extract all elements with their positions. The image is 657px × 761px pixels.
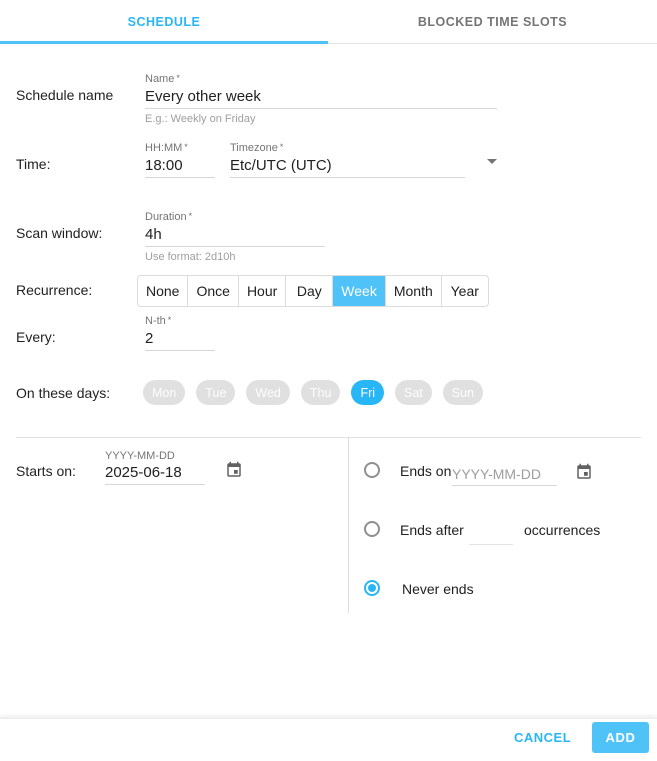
tab-bar: SCHEDULE BLOCKED TIME SLOTS <box>0 0 657 44</box>
ends-after-radio[interactable] <box>364 521 380 537</box>
never-ends-radio[interactable] <box>364 580 380 596</box>
schedule-name-row-label: Schedule name <box>16 87 113 103</box>
nth-input[interactable] <box>145 330 215 351</box>
timezone-field-label: Timezone* <box>230 142 283 154</box>
hhmm-required-marker: * <box>184 142 188 152</box>
day-chip-wed[interactable]: Wed <box>246 380 289 405</box>
duration-field-label-text: Duration <box>145 211 187 223</box>
recurrence-option-day[interactable]: Day <box>286 276 333 306</box>
recurrence-row-label: Recurrence: <box>16 282 92 298</box>
tab-blocked-time-slots[interactable]: BLOCKED TIME SLOTS <box>328 0 657 44</box>
ends-on-label[interactable]: Ends on <box>400 463 451 479</box>
active-tab-indicator <box>0 41 328 44</box>
ends-after-label[interactable]: Ends after <box>400 522 464 538</box>
vertical-divider <box>348 437 349 613</box>
starts-on-input[interactable] <box>105 464 205 485</box>
time-row-label: Time: <box>16 156 50 172</box>
days-row-label: On these days: <box>16 385 110 401</box>
nth-required-marker: * <box>168 315 172 325</box>
name-hint: E.g.: Weekly on Friday <box>145 113 255 125</box>
starts-on-row-label: Starts on: <box>16 463 76 479</box>
calendar-icon <box>225 461 243 479</box>
timezone-required-marker: * <box>280 142 284 152</box>
recurrence-option-week[interactable]: Week <box>333 276 386 306</box>
hhmm-field-label-text: HH:MM <box>145 142 182 154</box>
duration-required-marker: * <box>189 211 193 221</box>
never-ends-label[interactable]: Never ends <box>402 581 474 597</box>
name-required-marker: * <box>176 73 180 83</box>
recurrence-segmented-control: None Once Hour Day Week Month Year <box>137 275 489 307</box>
ends-on-calendar-button[interactable] <box>575 463 593 481</box>
nth-field-label-text: N-th <box>145 315 166 327</box>
name-field-label: Name* <box>145 73 180 85</box>
occurrences-input[interactable] <box>469 524 513 545</box>
recurrence-option-none[interactable]: None <box>138 276 188 306</box>
duration-hint: Use format: 2d10h <box>145 251 236 263</box>
duration-input[interactable] <box>145 226 325 247</box>
recurrence-option-hour[interactable]: Hour <box>239 276 286 306</box>
cancel-button[interactable]: CANCEL <box>508 729 577 746</box>
schedule-dialog: SCHEDULE BLOCKED TIME SLOTS Schedule nam… <box>0 0 657 761</box>
day-chip-thu[interactable]: Thu <box>301 380 341 405</box>
starts-on-calendar-button[interactable] <box>225 461 243 479</box>
day-chip-group: Mon Tue Wed Thu Fri Sat Sun <box>143 380 483 405</box>
ends-on-date-input[interactable] <box>452 465 557 486</box>
name-field-label-text: Name <box>145 73 174 85</box>
add-button[interactable]: ADD <box>592 722 649 753</box>
nth-field-label: N-th* <box>145 315 171 327</box>
day-chip-fri[interactable]: Fri <box>351 380 384 405</box>
starts-on-field-label: YYYY-MM-DD <box>105 450 175 462</box>
day-chip-sat[interactable]: Sat <box>395 380 432 405</box>
timezone-select[interactable] <box>230 157 465 178</box>
every-row-label: Every: <box>16 329 56 345</box>
occurrences-label: occurrences <box>524 522 600 538</box>
recurrence-option-month[interactable]: Month <box>386 276 442 306</box>
recurrence-option-year[interactable]: Year <box>442 276 488 306</box>
duration-field-label: Duration* <box>145 211 192 223</box>
scan-window-row-label: Scan window: <box>16 225 102 241</box>
timezone-field-label-text: Timezone <box>230 142 278 154</box>
tab-schedule-label: SCHEDULE <box>128 15 201 29</box>
day-chip-mon[interactable]: Mon <box>143 380 185 405</box>
day-chip-tue[interactable]: Tue <box>196 380 235 405</box>
recurrence-option-once[interactable]: Once <box>188 276 238 306</box>
tab-schedule[interactable]: SCHEDULE <box>0 0 328 44</box>
caret-down-icon[interactable] <box>487 159 497 164</box>
section-divider <box>16 437 641 438</box>
tab-blocked-time-slots-label: BLOCKED TIME SLOTS <box>418 15 567 29</box>
calendar-icon <box>575 463 593 481</box>
hhmm-input[interactable] <box>145 157 215 178</box>
ends-on-radio[interactable] <box>364 462 380 478</box>
day-chip-sun[interactable]: Sun <box>443 380 483 405</box>
hhmm-field-label: HH:MM* <box>145 142 188 154</box>
name-input[interactable] <box>145 88 497 109</box>
